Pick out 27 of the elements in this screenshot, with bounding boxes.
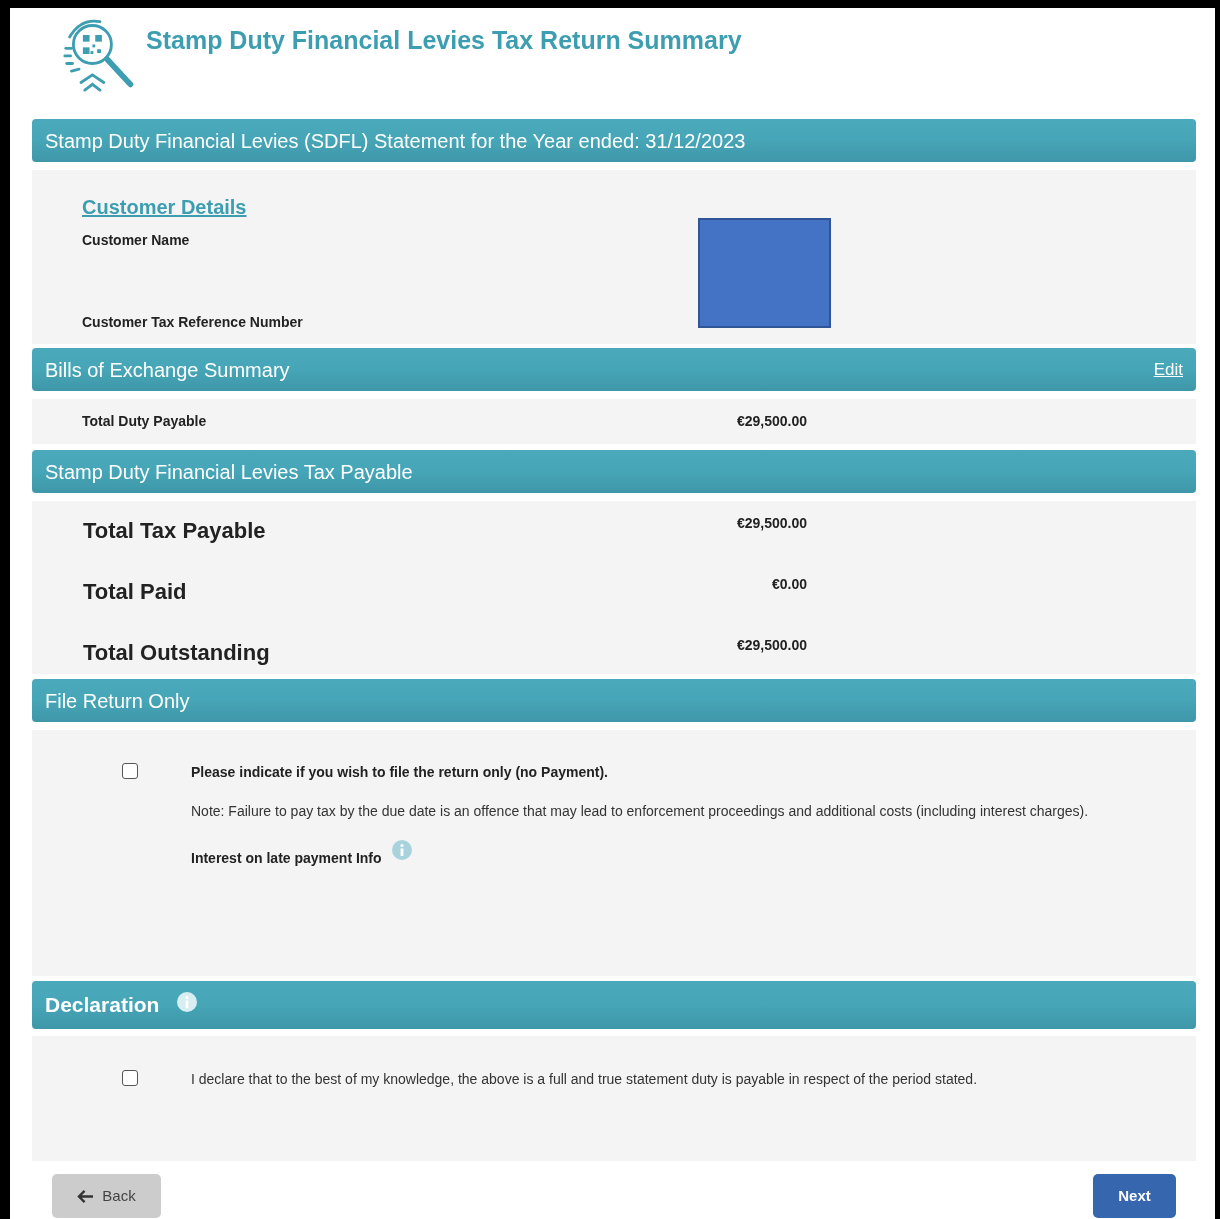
back-button[interactable]: Back	[52, 1174, 161, 1218]
section-title: Bills of Exchange Summary	[45, 357, 290, 383]
row-label: Total Duty Payable	[82, 412, 208, 431]
section-title: Stamp Duty Financial Levies (SDFL) Statement for the Year ended: 31/12/2023	[45, 128, 746, 154]
info-label: Interest on late payment Info	[191, 849, 382, 868]
total-label: Total Outstanding	[83, 640, 270, 665]
amount: €29,500.00	[735, 636, 807, 655]
total-label: Total Paid	[83, 579, 187, 604]
note-text: Note: Failure to pay tax by the due date is an offence that may lead to enforcement proceedings and additional costs (including interest charges).	[191, 802, 1090, 821]
page-title: Stamp Duty Financial Levies Tax Return Summary	[146, 25, 742, 56]
checkbox[interactable]	[122, 763, 138, 779]
section-title: Stamp Duty Financial Levies Tax Payable	[45, 459, 413, 485]
declaration-text: I declare that to the best of my knowledge, the above is a full and true statement duty is payable in respect of the period stated.	[191, 1070, 979, 1089]
info-icon[interactable]	[177, 992, 197, 1012]
edit-link[interactable]: Edit	[1153, 356, 1183, 383]
checkbox-label: Please indicate if you wish to file the return only (no Payment).	[191, 763, 609, 782]
field-label: Customer Name	[82, 232, 190, 248]
section-title: File Return Only	[45, 688, 190, 714]
arrow-left-icon	[77, 1188, 95, 1204]
amount: €0.00	[770, 575, 807, 594]
total-label: Total Tax Payable	[83, 518, 266, 543]
amount: €29,500.00	[735, 412, 807, 431]
amount: €29,500.00	[735, 514, 807, 533]
section-title: Declaration	[45, 992, 160, 1019]
field-label: Customer Tax Reference Number	[82, 314, 303, 330]
next-button[interactable]: Next	[1093, 1174, 1176, 1218]
checkbox[interactable]	[122, 1070, 138, 1086]
